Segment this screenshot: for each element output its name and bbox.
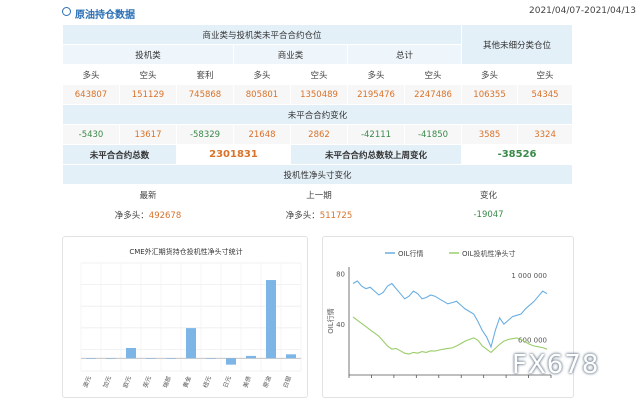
bar	[166, 358, 176, 359]
bar	[146, 358, 156, 359]
chart-title: CME外汇期货持仓投机性净头寸统计	[129, 247, 242, 256]
change-cell: 3324	[517, 124, 574, 145]
net-prefix: 净多头：	[285, 210, 320, 221]
change-cell: 13617	[119, 124, 177, 145]
bar	[86, 358, 96, 359]
page-header: 原油持仓数据 2021/04/07-2021/04/13	[0, 0, 640, 22]
spec-header: 投机类	[62, 44, 234, 65]
position-cell: 54345	[517, 84, 574, 105]
x-tick-label: 纽元	[201, 375, 213, 389]
y-tick-label: 80	[336, 270, 345, 278]
bar	[186, 328, 196, 359]
col-short: 空头	[403, 64, 463, 85]
page-title: 原油持仓数据	[75, 10, 135, 21]
change-cell: 3585	[461, 124, 519, 145]
x-tick-label: 日元	[222, 375, 233, 389]
position-cell: 745868	[176, 84, 234, 105]
col-spread: 套利	[176, 64, 234, 85]
bar	[206, 358, 216, 359]
change-cell: -5430	[62, 124, 120, 145]
bar	[126, 347, 136, 359]
bar	[246, 355, 256, 359]
change-cell: -58329	[176, 124, 234, 145]
position-cell: 106355	[461, 84, 519, 105]
x-tick-label: 加元	[101, 375, 113, 389]
change-cell: 2862	[290, 124, 348, 145]
latest-label: 最新	[62, 184, 234, 205]
change-cell: -41850	[403, 124, 463, 145]
oi-total-value: 2301831	[176, 144, 291, 165]
position-cell: 805801	[233, 84, 291, 105]
group-header: 商业类与投机类未平合合约仓位	[61, 24, 463, 45]
comm-header: 商业类	[233, 44, 348, 65]
circle-icon	[62, 7, 71, 16]
other-header: 其他未细分类仓位	[461, 24, 574, 65]
x-tick-label: 原油	[261, 375, 273, 389]
x-tick-label: 澳元	[81, 375, 93, 389]
legend-label: OIL投机性净头寸	[462, 249, 515, 258]
x-tick-label: 白银	[281, 375, 293, 389]
net-header: 投机性净头寸变化	[61, 164, 574, 185]
y-axis-label: OIL行情	[326, 308, 335, 333]
position-cell: 643807	[62, 84, 120, 105]
change-label: 变化	[403, 184, 574, 205]
y2-tick-label: 1 000 000	[511, 272, 547, 280]
prev-net: 净多头：511725	[233, 204, 405, 225]
bar	[266, 280, 276, 359]
change-value: -19047	[403, 204, 574, 225]
col-short: 空头	[119, 64, 177, 85]
watermark-text: FX678	[512, 350, 600, 380]
oi-change-value: -38526	[461, 144, 574, 165]
x-tick-label: 欧元	[121, 375, 133, 389]
col-long: 多头	[62, 64, 120, 85]
bar	[226, 358, 236, 365]
latest-value: 492678	[148, 210, 182, 221]
prev-value: 511725	[319, 210, 353, 221]
watermark-logo: FX678	[512, 350, 632, 384]
change-header: 未平合合约变化	[61, 104, 574, 125]
oi-change-label: 未平合合约总数较上周变化	[289, 144, 463, 165]
col-long: 多头	[233, 64, 291, 85]
total-header: 总计	[346, 44, 463, 65]
col-short: 空头	[517, 64, 574, 85]
x-tick-label: 英元	[141, 375, 153, 389]
position-cell: 2247486	[403, 84, 463, 105]
legend-label: OIL行情	[398, 249, 423, 258]
bar-chart: CME外汇期货持仓投机性净头寸统计澳元 加元 欧元 英元 瑞郎 黄金 纽元 日元 美债 原油 白银	[80, 247, 302, 389]
position-cell: 151129	[119, 84, 177, 105]
positions-table: 商业类与投机类未平合合约仓位 其他未细分类仓位 投机类 商业类 总计 多头 空头…	[61, 24, 574, 225]
bar-chart-card: CME外汇期货持仓投机性净头寸统计澳元 加元 欧元 英元 瑞郎 黄金 纽元 日元 美债 原油 白银	[62, 236, 308, 398]
change-cell: 21648	[233, 124, 291, 145]
col-short: 空头	[290, 64, 348, 85]
y-tick-label: 40	[336, 321, 345, 329]
x-tick-label: 瑞郎	[161, 375, 173, 389]
date-range: 2021/04/07-2021/04/13	[529, 6, 636, 16]
net-prefix: 净多头：	[114, 210, 149, 221]
bar	[106, 358, 116, 359]
oi-total-label: 未平合合约总数	[62, 144, 177, 165]
oil-net-position-line	[352, 316, 548, 355]
position-cell: 1350489	[290, 84, 348, 105]
latest-net: 净多头：492678	[62, 204, 234, 225]
bar	[286, 354, 296, 359]
change-cell: -42111	[347, 124, 405, 145]
position-cell: 2195476	[347, 84, 405, 105]
col-long: 多头	[347, 64, 405, 85]
x-tick-label: 美债	[241, 375, 253, 389]
col-long: 多头	[461, 64, 519, 85]
x-tick-label: 黄金	[181, 375, 193, 389]
prev-label: 上一期	[233, 184, 405, 205]
